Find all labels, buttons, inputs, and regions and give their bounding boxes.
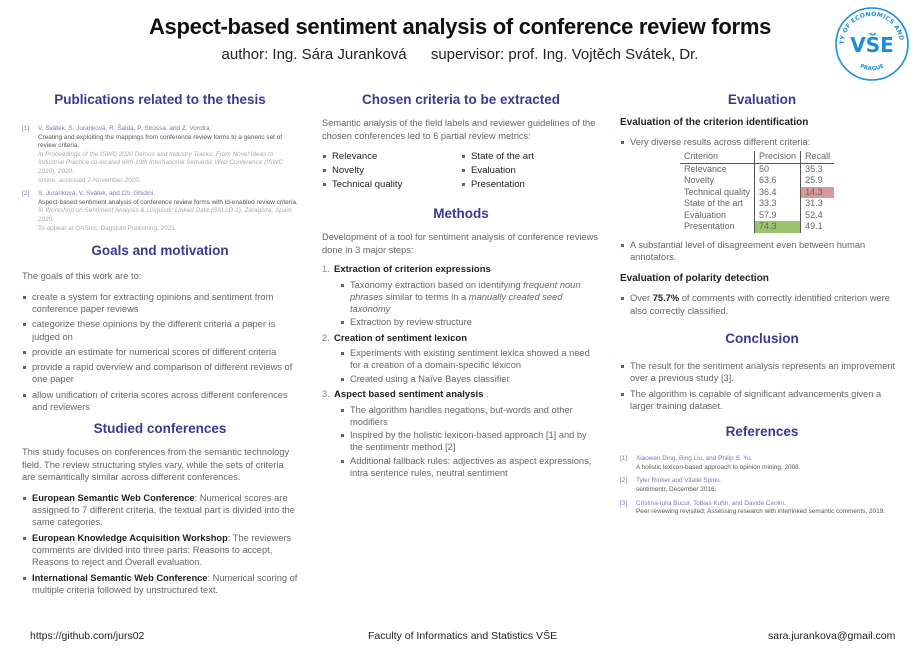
left-column: Publications related to the thesis [1] V… bbox=[22, 92, 298, 599]
publications-heading: Publications related to the thesis bbox=[54, 92, 266, 107]
methods-steps: 1. Extraction of criterion expressions T… bbox=[322, 264, 600, 479]
evaluation-section: Evaluation Evaluation of the criterion i… bbox=[620, 92, 904, 317]
methods-heading: Methods bbox=[433, 206, 489, 221]
github-link[interactable]: https://github.com/jurs02 bbox=[30, 630, 144, 642]
goals-section: Goals and motivation The goals of this w… bbox=[22, 243, 298, 413]
middle-column: Chosen criteria to be extracted Semantic… bbox=[322, 92, 600, 483]
method-substep: Inspired by the holistic lexicon-based a… bbox=[340, 429, 600, 454]
conclusion-section: Conclusion The result for the sentiment … bbox=[620, 331, 904, 412]
svg-text:PRAGUE: PRAGUE bbox=[859, 63, 885, 72]
column-header-recall: Recall bbox=[800, 151, 835, 164]
column-header-precision: Precision bbox=[754, 151, 801, 164]
methods-section: Methods Development of a tool for sentim… bbox=[322, 206, 600, 479]
right-column: Evaluation Evaluation of the criterion i… bbox=[620, 92, 904, 522]
goal-item: provide a rapid overview and comparison … bbox=[22, 361, 298, 386]
conferences-heading: Studied conferences bbox=[93, 421, 227, 437]
criterion-item: Evaluation bbox=[461, 164, 600, 178]
references-section: References [1] Xiaowen Ding, Bing Liu, a… bbox=[620, 424, 904, 517]
conclusion-item: The result for the sentiment analysis re… bbox=[620, 360, 904, 385]
method-substep: Additional fallback rules: adjectives as… bbox=[340, 455, 600, 480]
method-substep: Experiments with existing sentiment lexi… bbox=[340, 347, 600, 372]
conferences-section: Studied conferences This study focuses o… bbox=[22, 421, 298, 596]
goals-heading: Goals and motivation bbox=[91, 243, 229, 259]
evaluation-table: Criterion Precision Recall Relevance 50 … bbox=[680, 151, 835, 233]
method-substep: Created using a Naïve Bayes classifier bbox=[340, 373, 600, 385]
conference-item: European Knowledge Acquisition Workshop:… bbox=[22, 532, 298, 569]
publications-list: [1] V. Svátek, S. Juranková, R. Šalda, P… bbox=[22, 125, 298, 233]
logo-mark: VŠE bbox=[850, 33, 894, 57]
vse-logo-icon: UNIVERSITY OF ECONOMICS AND BUSINESS PRA… bbox=[832, 4, 909, 81]
methods-intro: Development of a tool for sentiment anal… bbox=[322, 232, 598, 255]
poster-title: Aspect-based sentiment analysis of confe… bbox=[148, 14, 772, 39]
goal-item: categorize these opinions by the differe… bbox=[22, 318, 298, 343]
table-row: Evaluation 57.9 52.4 bbox=[680, 209, 835, 222]
conference-item: European Semantic Web Conference: Numeri… bbox=[22, 492, 298, 529]
highest-precision-cell: 74.3 bbox=[754, 221, 801, 233]
email-link[interactable]: sara.jurankova@gmail.com bbox=[768, 630, 895, 642]
criteria-section: Chosen criteria to be extracted Semantic… bbox=[322, 92, 600, 192]
goals-list: create a system for extracting opinions … bbox=[22, 291, 298, 414]
supervisor: supervisor: prof. Ing. Vojtěch Svátek, D… bbox=[430, 46, 699, 63]
criterion-item: Novelty bbox=[322, 164, 461, 178]
table-header-row: Criterion Precision Recall bbox=[680, 151, 835, 164]
poster-header: Aspect-based sentiment analysis of confe… bbox=[0, 0, 920, 80]
goal-item: create a system for extracting opinions … bbox=[22, 291, 298, 316]
references-heading: References bbox=[725, 424, 799, 440]
conferences-list: European Semantic Web Conference: Numeri… bbox=[22, 492, 298, 596]
lowest-recall-cell: 14.3 bbox=[800, 186, 835, 199]
reference-item: [1] Xiaowen Ding, Bing Liu, and Philip S… bbox=[620, 455, 801, 471]
criterion-item: Relevance bbox=[322, 150, 461, 164]
conclusion-item: The algorithm is capable of significant … bbox=[620, 388, 904, 413]
goals-intro: The goals of this work are to: bbox=[22, 271, 142, 282]
method-substep: Taxonomy extraction based on identifying… bbox=[340, 279, 600, 316]
logo-bottom-text: PRAGUE bbox=[859, 63, 885, 72]
evaluation-subheading-polarity: Evaluation of polarity detection bbox=[620, 273, 769, 285]
publications-section: Publications related to the thesis [1] V… bbox=[22, 92, 298, 233]
goal-item: provide an estimate for numerical scores… bbox=[22, 346, 298, 358]
publication-item: [1] V. Svátek, S. Juranková, R. Šalda, P… bbox=[22, 125, 283, 184]
criterion-item: Technical quality bbox=[322, 178, 461, 192]
reference-item: [2] Tyler Rinker and Vitalie Spinu. sent… bbox=[620, 477, 722, 493]
polarity-value: 75.7% bbox=[652, 293, 680, 304]
method-substep: The algorithm handles negations, but-wor… bbox=[340, 404, 600, 429]
faculty-label: Faculty of Informatics and Statistics VŠ… bbox=[368, 630, 558, 642]
polarity-bullet: Over 75.7% of comments with correctly id… bbox=[620, 292, 904, 317]
method-step: 1. Extraction of criterion expressions T… bbox=[322, 264, 600, 329]
method-substep: Extraction by review structure bbox=[340, 316, 600, 328]
table-row: Technical quality 36.4 14.3 bbox=[680, 186, 835, 199]
evaluation-bullet: Very diverse results across different cr… bbox=[620, 136, 904, 148]
criteria-list: Relevance Novelty Technical quality Stat… bbox=[322, 150, 600, 192]
table-row: Novelty 63.6 25.9 bbox=[680, 175, 835, 187]
poster-subtitle: author: Ing. Sára Juranková supervisor: … bbox=[0, 46, 920, 63]
goal-item: allow unification of criteria scores acr… bbox=[22, 389, 298, 414]
evaluation-bullet: A substantial level of disagreement even… bbox=[620, 239, 904, 264]
criterion-item: State of the art bbox=[461, 150, 600, 164]
evaluation-subheading-criterion: Evaluation of the criterion identificati… bbox=[620, 117, 809, 128]
criteria-heading: Chosen criteria to be extracted bbox=[361, 92, 561, 107]
table-row: Presentation 74.3 49.1 bbox=[680, 221, 835, 233]
method-step: 2. Creation of sentiment lexicon Experim… bbox=[322, 333, 600, 385]
table-row: Relevance 50 35.3 bbox=[680, 163, 835, 176]
table-row: State of the art 33.3 31.3 bbox=[680, 198, 835, 210]
conferences-intro: This study focuses on conferences from t… bbox=[22, 447, 290, 483]
criteria-intro: Semantic analysis of the field labels an… bbox=[322, 118, 596, 141]
conference-item: International Semantic Web Conference: N… bbox=[22, 572, 298, 597]
evaluation-heading: Evaluation bbox=[727, 92, 797, 107]
author: author: Ing. Sára Juranková bbox=[221, 46, 407, 63]
conclusion-heading: Conclusion bbox=[725, 330, 799, 346]
reference-item: [3] Cristina-Iulia Bucur, Tobias Kuhn, a… bbox=[620, 499, 885, 516]
column-header-criterion: Criterion bbox=[680, 151, 755, 164]
method-step: 3. Aspect based sentiment analysis . The… bbox=[322, 389, 600, 479]
publication-item: [2] S. Juranková, V. Svátek, and Ch. Ghi… bbox=[22, 190, 298, 232]
criterion-item: Presentation bbox=[461, 178, 600, 192]
